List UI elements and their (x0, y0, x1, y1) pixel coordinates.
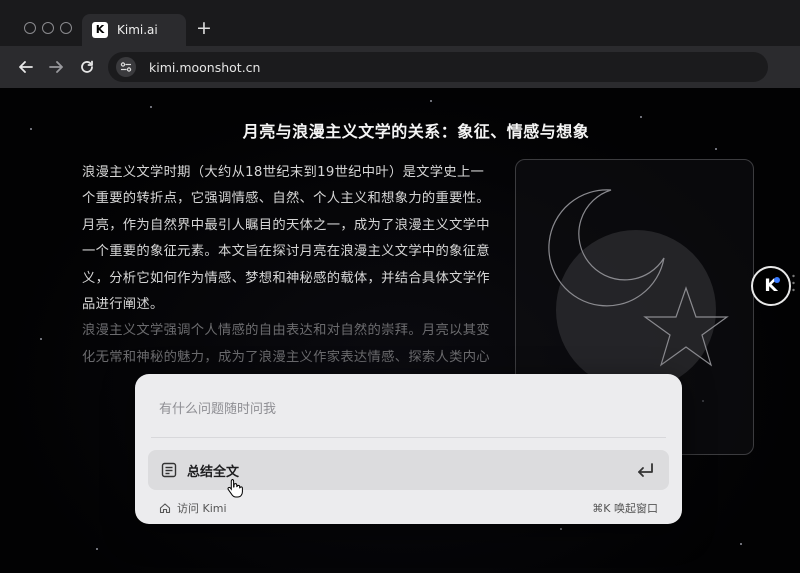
back-arrow-icon (19, 61, 33, 73)
article-body: 浪漫主义文学时期（大约从18世纪末到19世纪中叶）是文学史上一个重要的转折点，它… (82, 160, 492, 371)
visit-kimi-label: 访问 Kimi (177, 502, 227, 515)
background-star (560, 528, 562, 530)
shortcut-hint: ⌘K 唤起窗口 (592, 502, 658, 515)
assistant-panel: 总结全文 访问 Kimi ⌘K 唤起窗口 (135, 374, 682, 524)
site-settings-button[interactable] (116, 57, 136, 77)
page-scroll-dots (792, 274, 795, 292)
url-text: kimi.moonshot.cn (149, 59, 261, 75)
forward-button[interactable] (44, 55, 68, 79)
background-star (430, 100, 432, 102)
background-star (40, 338, 42, 340)
background-star (715, 148, 717, 150)
summarize-label: 总结全文 (187, 464, 240, 480)
site-settings-icon (120, 62, 132, 72)
close-window-button[interactable] (24, 22, 36, 34)
tab-title: Kimi.ai (117, 23, 158, 37)
address-bar[interactable]: kimi.moonshot.cn (108, 52, 768, 82)
divider (151, 437, 666, 438)
background-star (96, 548, 98, 550)
background-star (740, 543, 742, 545)
hand-cursor-icon (227, 479, 243, 498)
enter-key-icon (638, 463, 653, 477)
ask-input[interactable] (159, 398, 659, 420)
forward-arrow-icon (49, 61, 63, 73)
reload-button[interactable] (75, 55, 99, 79)
home-icon (159, 503, 171, 514)
article-title: 月亮与浪漫主义文学的关系：象征、情感与想象 (242, 122, 590, 141)
zoom-window-button[interactable] (60, 22, 72, 34)
document-list-icon (161, 462, 177, 478)
article-paragraph: 浪漫主义文学时期（大约从18世纪末到19世纪中叶）是文学史上一个重要的转折点，它… (82, 165, 490, 313)
reload-icon (81, 60, 93, 73)
status-dot (774, 277, 780, 283)
kimi-logo-icon: K (92, 22, 108, 38)
browser-tab-bar: K Kimi.ai + (0, 0, 800, 46)
back-button[interactable] (14, 55, 38, 79)
browser-tab[interactable]: K Kimi.ai (82, 14, 186, 46)
minimize-window-button[interactable] (42, 22, 54, 34)
new-tab-button[interactable]: + (196, 17, 212, 39)
kimi-floating-button[interactable]: K (751, 266, 791, 306)
article-paragraph-faded: 浪漫主义文学强调个人情感的自由表达和对自然的崇拜。月亮以其变化无常和神秘的魅力，… (82, 323, 490, 365)
visit-kimi-link[interactable]: 访问 Kimi (159, 500, 227, 516)
background-star (150, 106, 152, 108)
